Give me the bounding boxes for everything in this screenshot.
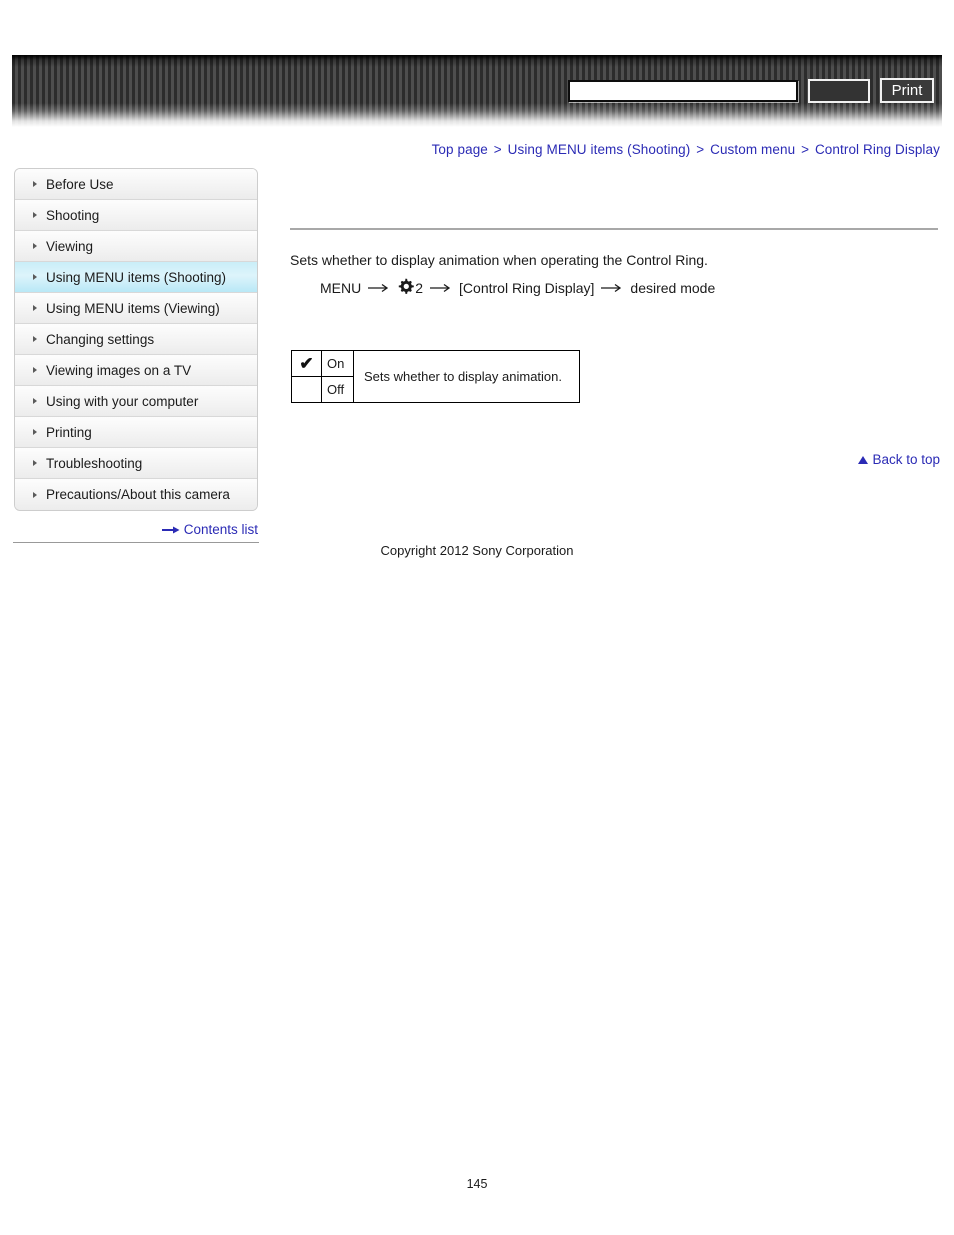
chevron-right-icon [33, 491, 37, 498]
menu-path-end: desired mode [630, 280, 716, 296]
option-checkmark-cell: ✔ [291, 350, 322, 377]
breadcrumb-item-using-menu[interactable]: Using MENU items (Shooting) [508, 142, 691, 157]
breadcrumb-item-custom-menu[interactable]: Custom menu [710, 142, 795, 157]
chevron-right-icon [33, 460, 37, 466]
sidebar-item-label: Before Use [46, 176, 114, 192]
sidebar-item-using-menu-items-viewing[interactable]: Using MENU items (Viewing) [15, 293, 257, 324]
contents-list-label: Contents list [183, 522, 258, 537]
arrow-right-icon [430, 280, 452, 296]
sidebar-item-label: Precautions/About this camera [46, 487, 230, 502]
breadcrumb: Top page > Using MENU items (Shooting) >… [432, 142, 940, 157]
chevron-right-icon [33, 243, 37, 249]
sidebar-item-viewing[interactable]: Viewing [15, 231, 257, 262]
sidebar-item-using-menu-items-shooting[interactable]: Using MENU items (Shooting) [15, 262, 257, 293]
intro-text: Sets whether to display animation when o… [290, 252, 708, 268]
sidebar-item-label: Using with your computer [46, 393, 199, 409]
menu-path-item: [Control Ring Display] [459, 280, 595, 296]
sidebar-item-printing[interactable]: Printing [15, 417, 257, 448]
option-checkmark-cell [291, 376, 322, 403]
sidebar-item-label: Shooting [46, 207, 100, 223]
search-button[interactable] [808, 78, 870, 103]
arrow-right-icon [161, 523, 180, 538]
gear-icon [397, 278, 415, 298]
chevron-right-icon [33, 367, 37, 373]
back-to-top-link[interactable]: Back to top [858, 452, 940, 467]
sidebar-item-before-use[interactable]: Before Use [15, 169, 257, 200]
sidebar-item-label: Using MENU items (Shooting) [46, 269, 227, 285]
breadcrumb-item-top-page[interactable]: Top page [432, 142, 488, 157]
header-banner: Print [12, 55, 942, 127]
sidebar-item-shooting[interactable]: Shooting [15, 200, 257, 231]
chevron-right-icon [33, 181, 37, 187]
chevron-right-icon [33, 274, 37, 280]
options-table: ✔ On Sets whether to display animation. … [291, 350, 580, 403]
option-description: Sets whether to display animation. [353, 350, 580, 403]
sidebar-item-troubleshooting[interactable]: Troubleshooting [15, 448, 257, 479]
sidebar-item-label: Using MENU items (Viewing) [46, 300, 220, 316]
sidebar-item-label: Troubleshooting [46, 455, 143, 471]
sidebar-item-using-with-your-computer[interactable]: Using with your computer [15, 386, 257, 417]
contents-list-link[interactable]: Contents list [161, 522, 258, 538]
chevron-right-icon [33, 398, 37, 404]
page-number: 145 [466, 1177, 488, 1191]
menu-path-start: MENU [320, 280, 362, 296]
option-label-off[interactable]: Off [321, 376, 354, 403]
sidebar-item-viewing-images-on-a-tv[interactable]: Viewing images on a TV [15, 355, 257, 386]
search-input[interactable] [568, 79, 798, 102]
sidebar-item-label: Changing settings [46, 331, 155, 347]
header-controls: Print [568, 78, 934, 103]
option-label-on[interactable]: On [321, 350, 354, 377]
sidebar-item-label: Viewing [46, 238, 94, 254]
chevron-right-icon [33, 305, 37, 311]
back-to-top-label: Back to top [872, 452, 940, 467]
arrow-right-icon [368, 280, 390, 296]
contents-list-row: Contents list [14, 522, 258, 538]
chevron-right-icon [33, 336, 37, 342]
breadcrumb-separator: > [493, 142, 502, 157]
sidebar-item-label: Viewing images on a TV [46, 362, 192, 378]
chevron-right-icon [33, 429, 37, 435]
triangle-up-icon [858, 456, 869, 464]
breadcrumb-separator: > [696, 142, 705, 157]
menu-path: MENU 2 [Control Ring Display] desired mo… [320, 278, 715, 298]
breadcrumb-item-current: Control Ring Display [814, 142, 940, 157]
sidebar-item-precautions-about-this-camera[interactable]: Precautions/About this camera [15, 479, 257, 510]
custom-menu-number: 2 [415, 280, 424, 296]
arrow-right-icon [601, 280, 623, 296]
sidebar-item-changing-settings[interactable]: Changing settings [15, 324, 257, 355]
sidebar-nav: Before Use Shooting Viewing Using MENU i… [14, 168, 258, 511]
print-button[interactable]: Print [880, 78, 934, 103]
sidebar-item-label: Printing [46, 424, 92, 440]
copyright-text: Copyright 2012 Sony Corporation [380, 543, 574, 558]
breadcrumb-separator: > [801, 142, 810, 157]
chevron-right-icon [33, 212, 37, 218]
content-divider [290, 228, 938, 230]
check-icon: ✔ [299, 354, 314, 373]
table-row: ✔ On Sets whether to display animation. [291, 350, 580, 403]
